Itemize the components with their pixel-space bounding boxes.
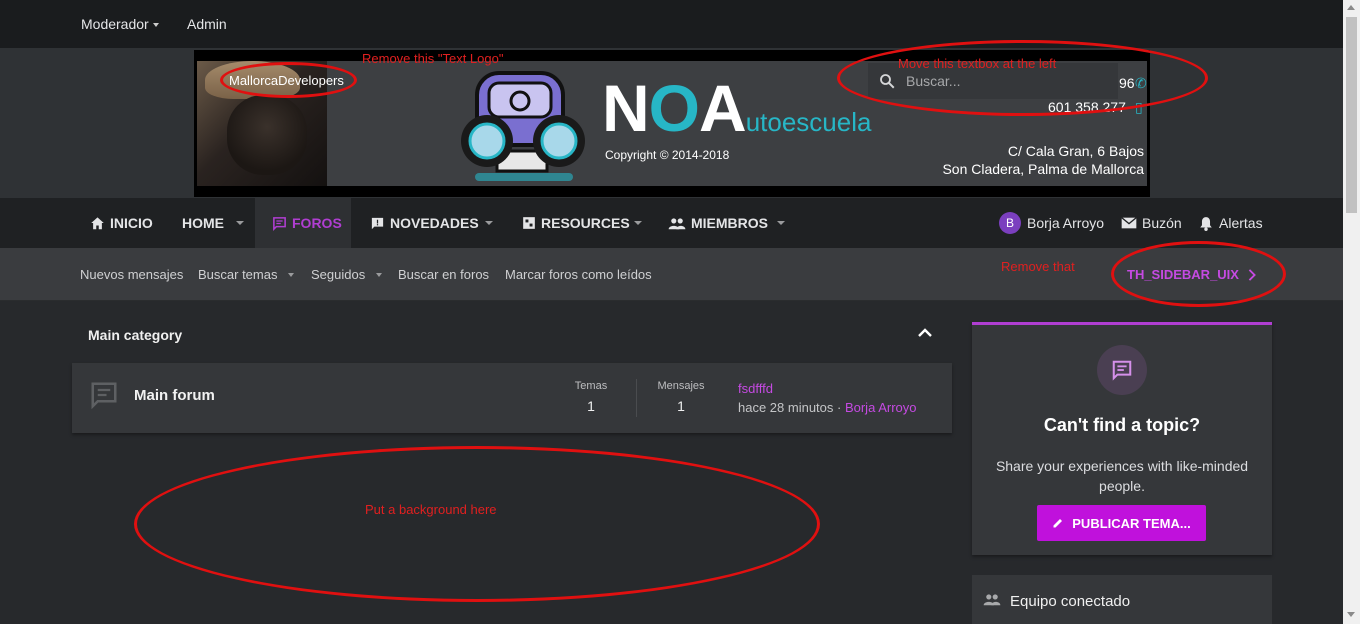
latest-thread-link[interactable]: fsdfffd <box>738 381 773 396</box>
alerts-label: Alertas <box>1219 215 1263 231</box>
annotation-ellipse-sidebar <box>1111 241 1286 307</box>
nav-foros-label: FOROS <box>292 215 342 231</box>
moderator-label: Moderador <box>81 16 149 32</box>
address-line-2: Son Cladera, Palma de Mallorca <box>942 161 1144 177</box>
pencil-icon <box>1053 519 1063 528</box>
main-nav: INICIO HOME FOROS NOVEDADES RESOURCES MI… <box>0 198 1343 248</box>
nav-novedades[interactable]: NOVEDADES <box>370 198 479 248</box>
nav-miembros[interactable]: MIEMBROS <box>668 198 768 248</box>
moderator-menu[interactable]: Moderador <box>81 16 159 32</box>
annotation-remove-that: Remove that <box>1001 259 1075 274</box>
threads-stat: Temas 1 <box>551 380 631 414</box>
post-thread-label: PUBLICAR TEMA... <box>1072 515 1191 531</box>
messages-label: Mensajes <box>657 380 705 392</box>
category-header: Main category <box>72 318 952 352</box>
nav-inicio-label: INICIO <box>110 215 153 231</box>
subnav-search-forums[interactable]: Buscar en foros <box>398 267 489 282</box>
forum-icon <box>91 382 117 410</box>
user-name: Borja Arroyo <box>1027 215 1105 231</box>
annotation-ellipse-background <box>134 446 820 602</box>
home-icon <box>91 217 104 230</box>
staff-online-card: Equipo conectado <box>972 575 1272 624</box>
annotation-remove-logo: Remove this "Text Logo" <box>362 51 504 66</box>
chevron-down-icon[interactable] <box>288 273 294 277</box>
threads-count: 1 <box>587 398 595 414</box>
cta-text: Share your experiences with like-minded … <box>995 458 1249 494</box>
brand-noa: NOA <box>602 71 747 145</box>
address-line-1: C/ Cala Gran, 6 Bajos <box>1007 143 1144 159</box>
annotation-move-textbox: Move this textbox at the left <box>898 56 1057 71</box>
nav-novedades-label: NOVEDADES <box>390 215 479 231</box>
user-menu[interactable]: B Borja Arroyo <box>999 198 1104 248</box>
latest-user-link[interactable]: Borja Arroyo <box>845 400 917 415</box>
brand-name: NOAutoescuela <box>602 73 871 157</box>
mail-icon <box>1121 217 1137 229</box>
nav-inicio[interactable]: INICIO <box>90 198 153 248</box>
category-title[interactable]: Main category <box>88 327 182 343</box>
nav-resources[interactable]: RESOURCES <box>522 198 630 248</box>
threads-label: Temas <box>574 380 608 392</box>
bell-icon <box>1200 216 1212 231</box>
scroll-down-icon[interactable] <box>1347 612 1355 617</box>
annotation-background: Put a background here <box>365 502 497 517</box>
cta-card: Can't find a topic? Share your experienc… <box>972 322 1272 555</box>
nav-foros[interactable]: FOROS <box>255 198 351 248</box>
caret-down-icon <box>152 23 159 28</box>
latest-time: hace 28 minutos · <box>738 400 845 415</box>
message-icon <box>1112 360 1132 381</box>
staff-online-title: Equipo conectado <box>1010 593 1131 610</box>
subnav-search-threads[interactable]: Buscar temas <box>198 267 277 282</box>
copyright-text: Copyright © 2014-2018 <box>605 148 730 162</box>
admin-link[interactable]: Admin <box>187 16 227 32</box>
members-icon <box>668 217 686 229</box>
subnav-mark-read[interactable]: Marcar foros como leídos <box>505 267 652 282</box>
inbox-link[interactable]: Buzón <box>1121 198 1182 248</box>
messages-count: 1 <box>677 398 685 414</box>
avatar: B <box>999 212 1021 234</box>
nav-home[interactable]: HOME <box>182 198 224 248</box>
chevron-up-icon[interactable] <box>918 328 932 338</box>
forum-row[interactable]: Main forum Temas 1 Mensajes 1 fsdfffd ha… <box>72 363 952 433</box>
cta-title: Can't find a topic? <box>1043 415 1201 435</box>
chevron-down-icon[interactable] <box>485 221 493 225</box>
chevron-down-icon[interactable] <box>236 221 244 225</box>
latest-meta: hace 28 minutos · Borja Arroyo <box>738 400 917 415</box>
forum-title[interactable]: Main forum <box>134 387 215 404</box>
banner-photo-face <box>227 95 307 175</box>
scroll-up-icon[interactable] <box>1347 5 1355 10</box>
subnav-new-posts[interactable]: Nuevos mensajes <box>80 267 183 282</box>
chevron-down-icon[interactable] <box>376 273 382 277</box>
inbox-label: Buzón <box>1142 215 1182 231</box>
annotation-ellipse-logo <box>220 62 357 98</box>
nav-resources-label: RESOURCES <box>541 215 630 231</box>
chevron-down-icon[interactable] <box>634 221 642 225</box>
members-icon <box>983 594 1001 606</box>
nav-home-label: HOME <box>182 215 224 231</box>
post-thread-button[interactable]: PUBLICAR TEMA... <box>1037 505 1206 541</box>
chevron-down-icon[interactable] <box>777 221 785 225</box>
car-logo-icon <box>461 71 585 181</box>
scrollbar[interactable] <box>1343 0 1360 624</box>
brand-suffix: utoescuela <box>745 107 872 137</box>
stat-divider <box>636 379 637 417</box>
news-icon <box>371 217 384 229</box>
admin-bar: Moderador Admin <box>0 0 1343 48</box>
cta-icon-wrap <box>1097 345 1147 395</box>
messages-stat: Mensajes 1 <box>641 380 721 414</box>
scroll-thumb[interactable] <box>1346 17 1357 213</box>
subnav-watched[interactable]: Seguidos <box>311 267 365 282</box>
nav-miembros-label: MIEMBROS <box>691 215 768 231</box>
resources-icon <box>523 217 535 229</box>
annotation-ellipse-search <box>837 40 1208 116</box>
forum-icon <box>273 216 286 231</box>
